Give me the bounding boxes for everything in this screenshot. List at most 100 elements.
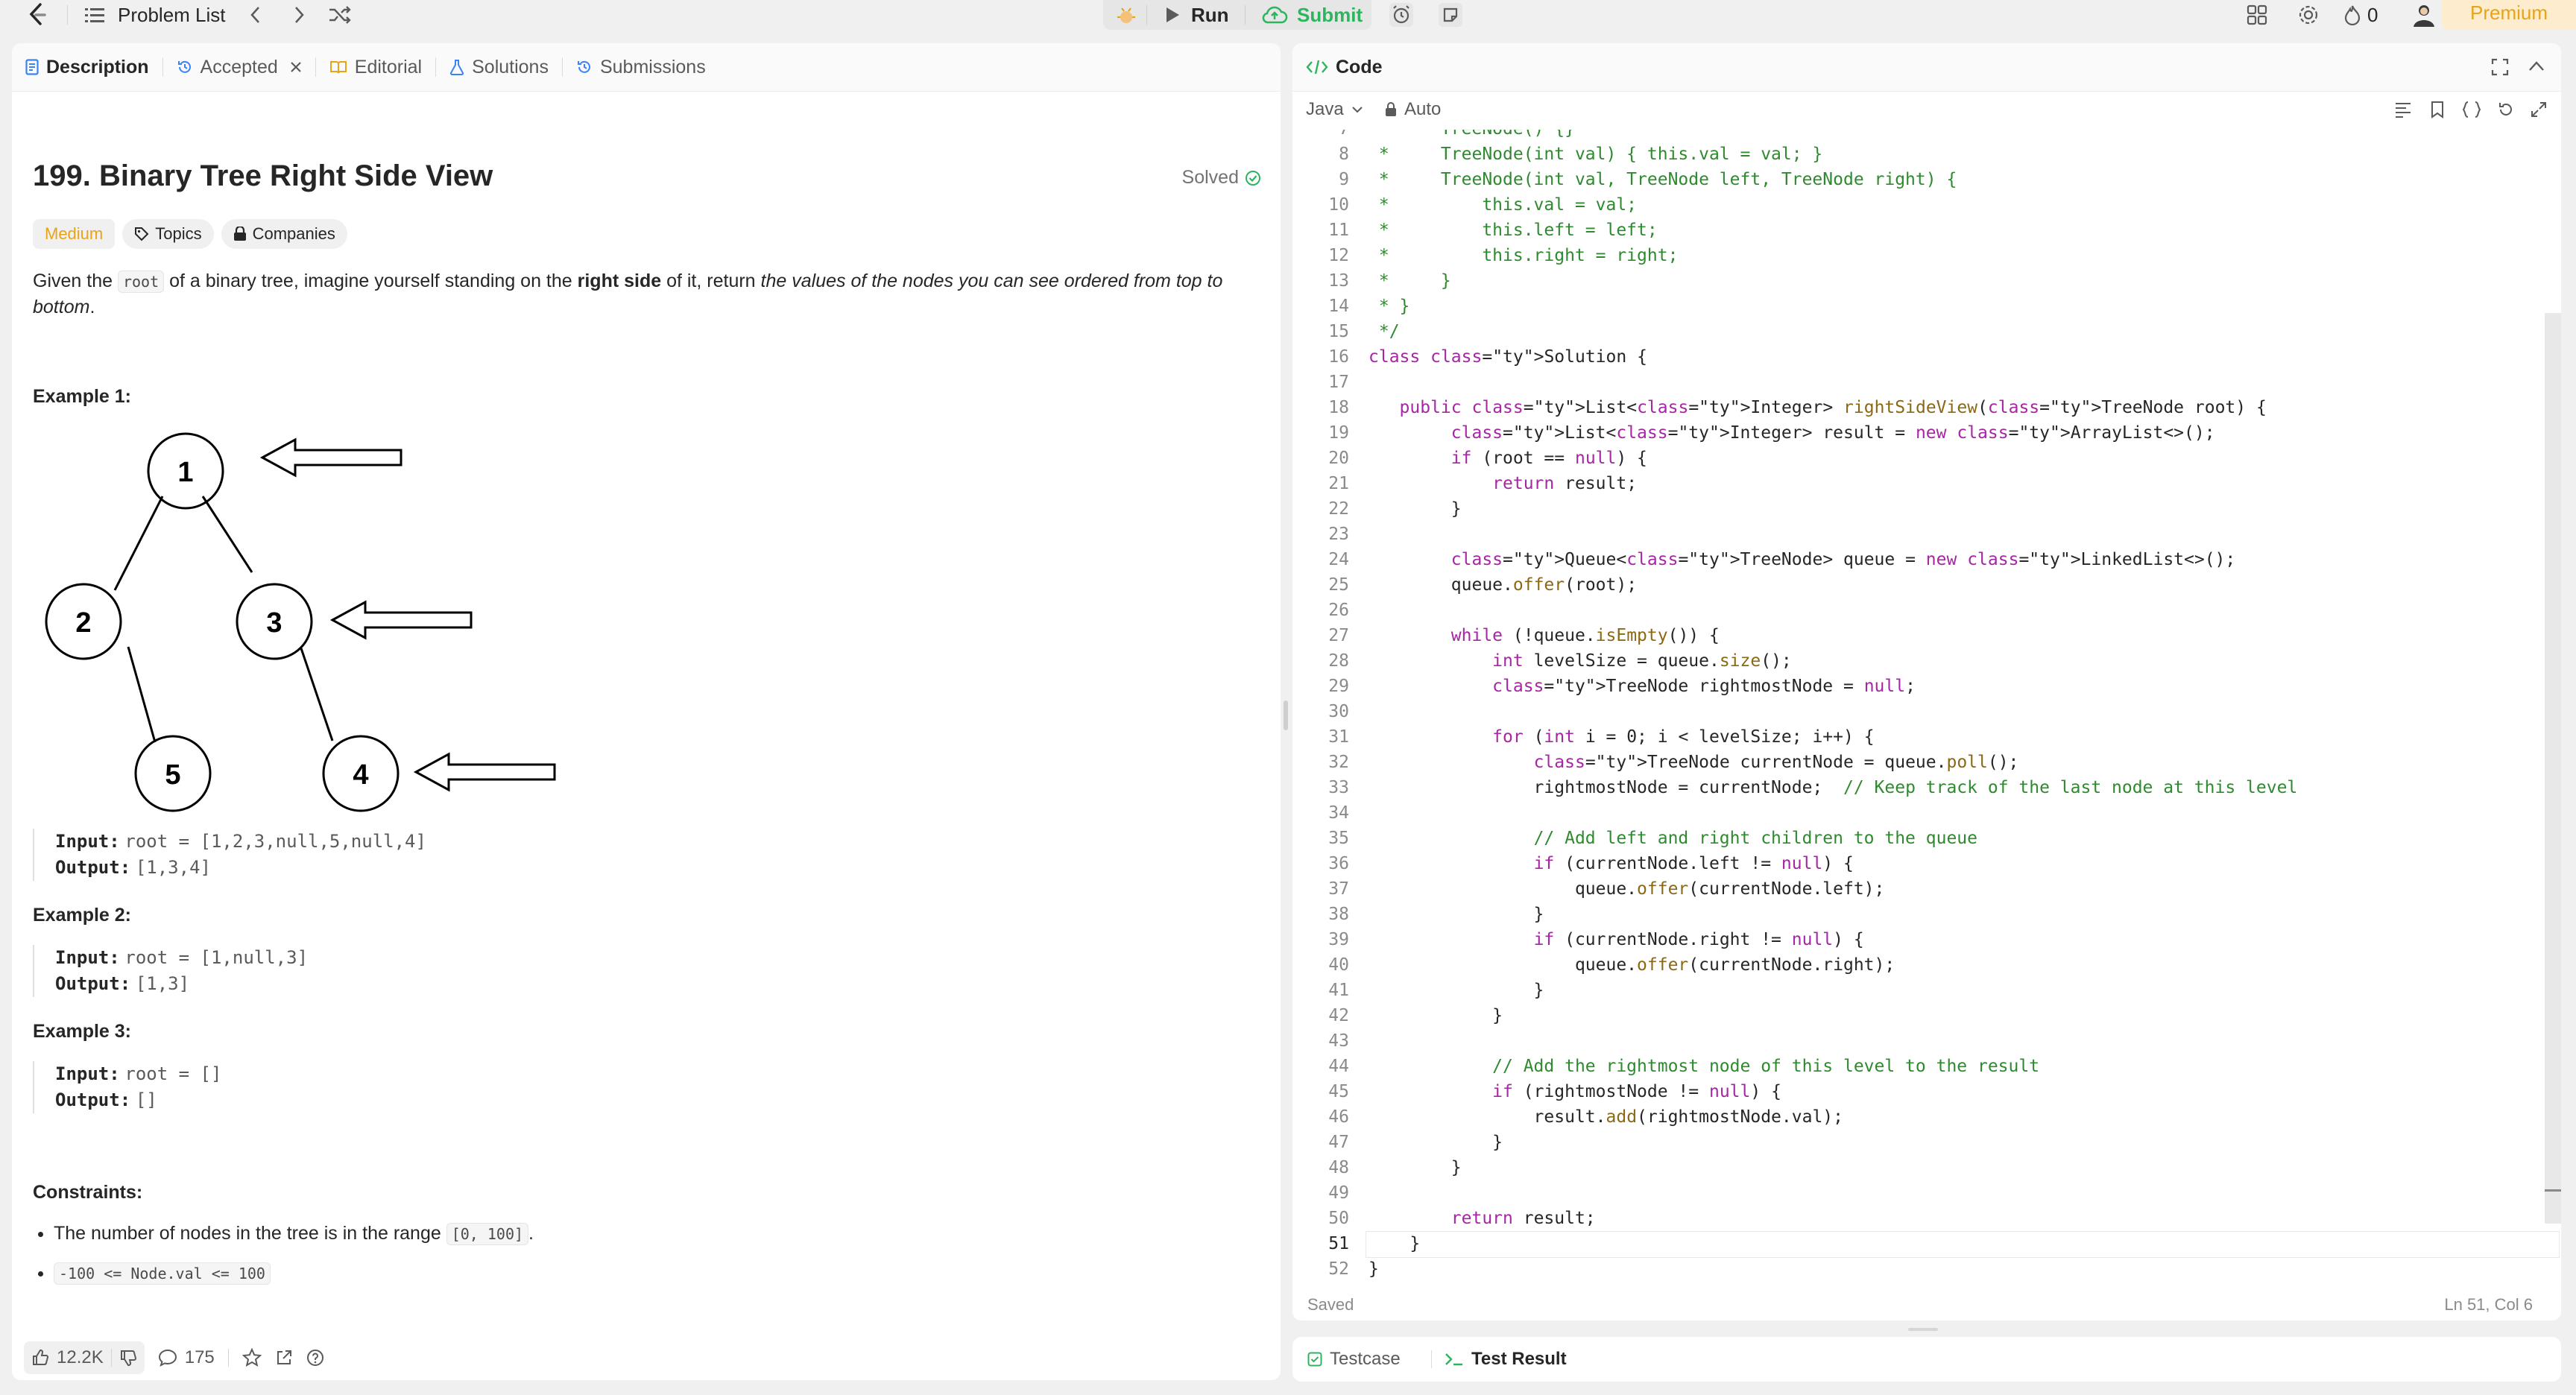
code-line[interactable]: 52} xyxy=(1292,1256,2545,1282)
code-line[interactable]: 35 // Add left and right children to the… xyxy=(1292,826,2545,851)
tree-node-label: 4 xyxy=(353,759,368,791)
right-side-arrow xyxy=(259,437,402,478)
code-line[interactable]: 25 queue.offer(root); xyxy=(1292,572,2545,598)
code-line[interactable]: 22 } xyxy=(1292,496,2545,522)
leetcode-logo-icon[interactable] xyxy=(27,0,48,30)
tab-accepted[interactable]: Accepted xyxy=(163,43,315,91)
code-line[interactable]: 7 * TreeNode() {} xyxy=(1292,130,2545,142)
scrollbar-thumb[interactable] xyxy=(2545,313,2561,1224)
chevron-right-icon[interactable] xyxy=(292,0,306,30)
debug-icon[interactable] xyxy=(1115,0,1137,30)
problem-list-link[interactable]: Problem List xyxy=(118,0,226,30)
code-line[interactable]: 16 class class="ty">Solution { xyxy=(1292,344,2545,370)
tab-test-result[interactable]: Test Result xyxy=(1445,1337,1567,1382)
divider xyxy=(1245,0,1246,30)
expand-icon[interactable] xyxy=(2530,101,2548,118)
code-line[interactable]: 43 xyxy=(1292,1028,2545,1054)
code-line[interactable]: 50 return result; xyxy=(1292,1206,2545,1231)
code-line[interactable]: 26 xyxy=(1292,598,2545,623)
premium-button[interactable]: Premium xyxy=(2442,0,2576,30)
avatar[interactable] xyxy=(2412,0,2436,30)
shuffle-icon[interactable] xyxy=(328,0,352,30)
vertical-splitter-handle[interactable] xyxy=(1284,700,1288,730)
bookmark-icon[interactable] xyxy=(2430,101,2445,118)
streak-counter[interactable]: 0 xyxy=(2343,0,2378,30)
code-line[interactable]: 12 * this.right = right; xyxy=(1292,243,2545,268)
code-line[interactable]: 40 queue.offer(currentNode.right); xyxy=(1292,952,2545,978)
desc-text: . xyxy=(89,297,95,317)
gear-icon[interactable] xyxy=(2297,0,2320,30)
tab-testcase[interactable]: Testcase xyxy=(1307,1337,1401,1382)
language-select[interactable]: Java xyxy=(1306,99,1363,120)
close-icon[interactable] xyxy=(290,61,302,73)
code-line[interactable]: 37 queue.offer(currentNode.left); xyxy=(1292,876,2545,902)
code-line[interactable]: 8 * TreeNode(int val) { this.val = val; … xyxy=(1292,142,2545,167)
run-button[interactable]: Run xyxy=(1164,0,1229,30)
code-line[interactable]: 42 } xyxy=(1292,1003,2545,1028)
code-line[interactable]: 9 * TreeNode(int val, TreeNode left, Tre… xyxy=(1292,167,2545,192)
code-line[interactable]: 31 for (int i = 0; i < levelSize; i++) { xyxy=(1292,724,2545,750)
code-line[interactable]: 19 class="ty">List<class="ty">Integer> r… xyxy=(1292,420,2545,446)
tab-editorial[interactable]: Editorial xyxy=(316,43,435,91)
code-line[interactable]: 21 return result; xyxy=(1292,471,2545,496)
companies-button[interactable]: Companies xyxy=(221,219,347,249)
like-dislike-group: 12.2K xyxy=(24,1341,145,1374)
layout-grid-icon[interactable] xyxy=(2247,0,2267,30)
star-icon[interactable] xyxy=(242,1348,262,1367)
share-icon[interactable] xyxy=(275,1349,293,1367)
input-value: root = [1,null,3] xyxy=(124,947,309,968)
code-line[interactable]: 48 } xyxy=(1292,1155,2545,1180)
code-line[interactable]: 30 xyxy=(1292,699,2545,724)
comments-button[interactable]: 175 xyxy=(158,1347,215,1368)
code-line[interactable]: 24 class="ty">Queue<class="ty">TreeNode>… xyxy=(1292,547,2545,572)
code-line[interactable]: 20 if (root == null) { xyxy=(1292,446,2545,471)
code-line[interactable]: 14 * } xyxy=(1292,294,2545,319)
code-line[interactable]: 47 } xyxy=(1292,1130,2545,1155)
code-line[interactable]: 46 result.add(rightmostNode.val); xyxy=(1292,1104,2545,1130)
note-icon[interactable] xyxy=(1439,0,1462,30)
tab-submissions[interactable]: Submissions xyxy=(563,43,719,91)
editor-scrollbar[interactable] xyxy=(2545,130,2561,1307)
code-line[interactable]: 38 } xyxy=(1292,902,2545,927)
line-number: 36 xyxy=(1328,854,1349,873)
chevron-left-icon[interactable] xyxy=(249,0,262,30)
code-line[interactable]: 28 int levelSize = queue.size(); xyxy=(1292,648,2545,674)
code-line[interactable]: 32 class="ty">TreeNode currentNode = que… xyxy=(1292,750,2545,775)
code-line[interactable]: 13 * } xyxy=(1292,268,2545,294)
code-line[interactable]: 27 while (!queue.isEmpty()) { xyxy=(1292,623,2545,648)
code-editor[interactable]: 7 * TreeNode() {}8 * TreeNode(int val) {… xyxy=(1292,130,2561,1307)
code-line[interactable]: 33 rightmostNode = currentNode; // Keep … xyxy=(1292,775,2545,800)
code-line[interactable]: 15 */ xyxy=(1292,319,2545,344)
maximize-icon[interactable] xyxy=(2491,58,2509,76)
code-line[interactable]: 23 xyxy=(1292,522,2545,547)
code-line[interactable]: 10 * this.val = val; xyxy=(1292,192,2545,218)
tab-code[interactable]: Code xyxy=(1292,43,1396,91)
tab-description[interactable]: Description xyxy=(12,43,162,91)
alarm-clock-icon[interactable] xyxy=(1389,0,1413,30)
code-line[interactable]: 36 if (currentNode.left != null) { xyxy=(1292,851,2545,876)
auto-mode[interactable]: Auto xyxy=(1385,99,1441,120)
code-line[interactable]: 41 } xyxy=(1292,978,2545,1003)
code-line[interactable]: 49 xyxy=(1292,1180,2545,1206)
code-line[interactable]: 18 public class="ty">List<class="ty">Int… xyxy=(1292,395,2545,420)
braces-icon[interactable] xyxy=(2461,101,2482,118)
like-button[interactable]: 12.2K xyxy=(31,1347,104,1368)
code-line[interactable]: 51 } xyxy=(1292,1231,2560,1258)
submit-button[interactable]: Submit xyxy=(1261,0,1363,30)
horizontal-splitter-handle[interactable] xyxy=(1908,1328,1938,1331)
code-line[interactable]: 29 class="ty">TreeNode rightmostNode = n… xyxy=(1292,674,2545,699)
format-icon[interactable] xyxy=(2394,101,2412,118)
code-line[interactable]: 17 xyxy=(1292,370,2545,395)
problem-title[interactable]: 199. Binary Tree Right Side View xyxy=(33,159,493,193)
code-line[interactable]: 44 // Add the rightmost node of this lev… xyxy=(1292,1054,2545,1079)
topics-button[interactable]: Topics xyxy=(122,219,214,249)
chevron-up-icon[interactable] xyxy=(2528,60,2545,73)
code-line[interactable]: 34 xyxy=(1292,800,2545,826)
tab-solutions[interactable]: Solutions xyxy=(436,43,562,91)
code-line[interactable]: 39 if (currentNode.right != null) { xyxy=(1292,927,2545,952)
dislike-button[interactable] xyxy=(119,1349,137,1367)
reset-icon[interactable] xyxy=(2497,101,2515,118)
help-icon[interactable] xyxy=(306,1349,324,1367)
code-line[interactable]: 11 * this.left = left; xyxy=(1292,218,2545,243)
code-line[interactable]: 45 if (rightmostNode != null) { xyxy=(1292,1079,2545,1104)
